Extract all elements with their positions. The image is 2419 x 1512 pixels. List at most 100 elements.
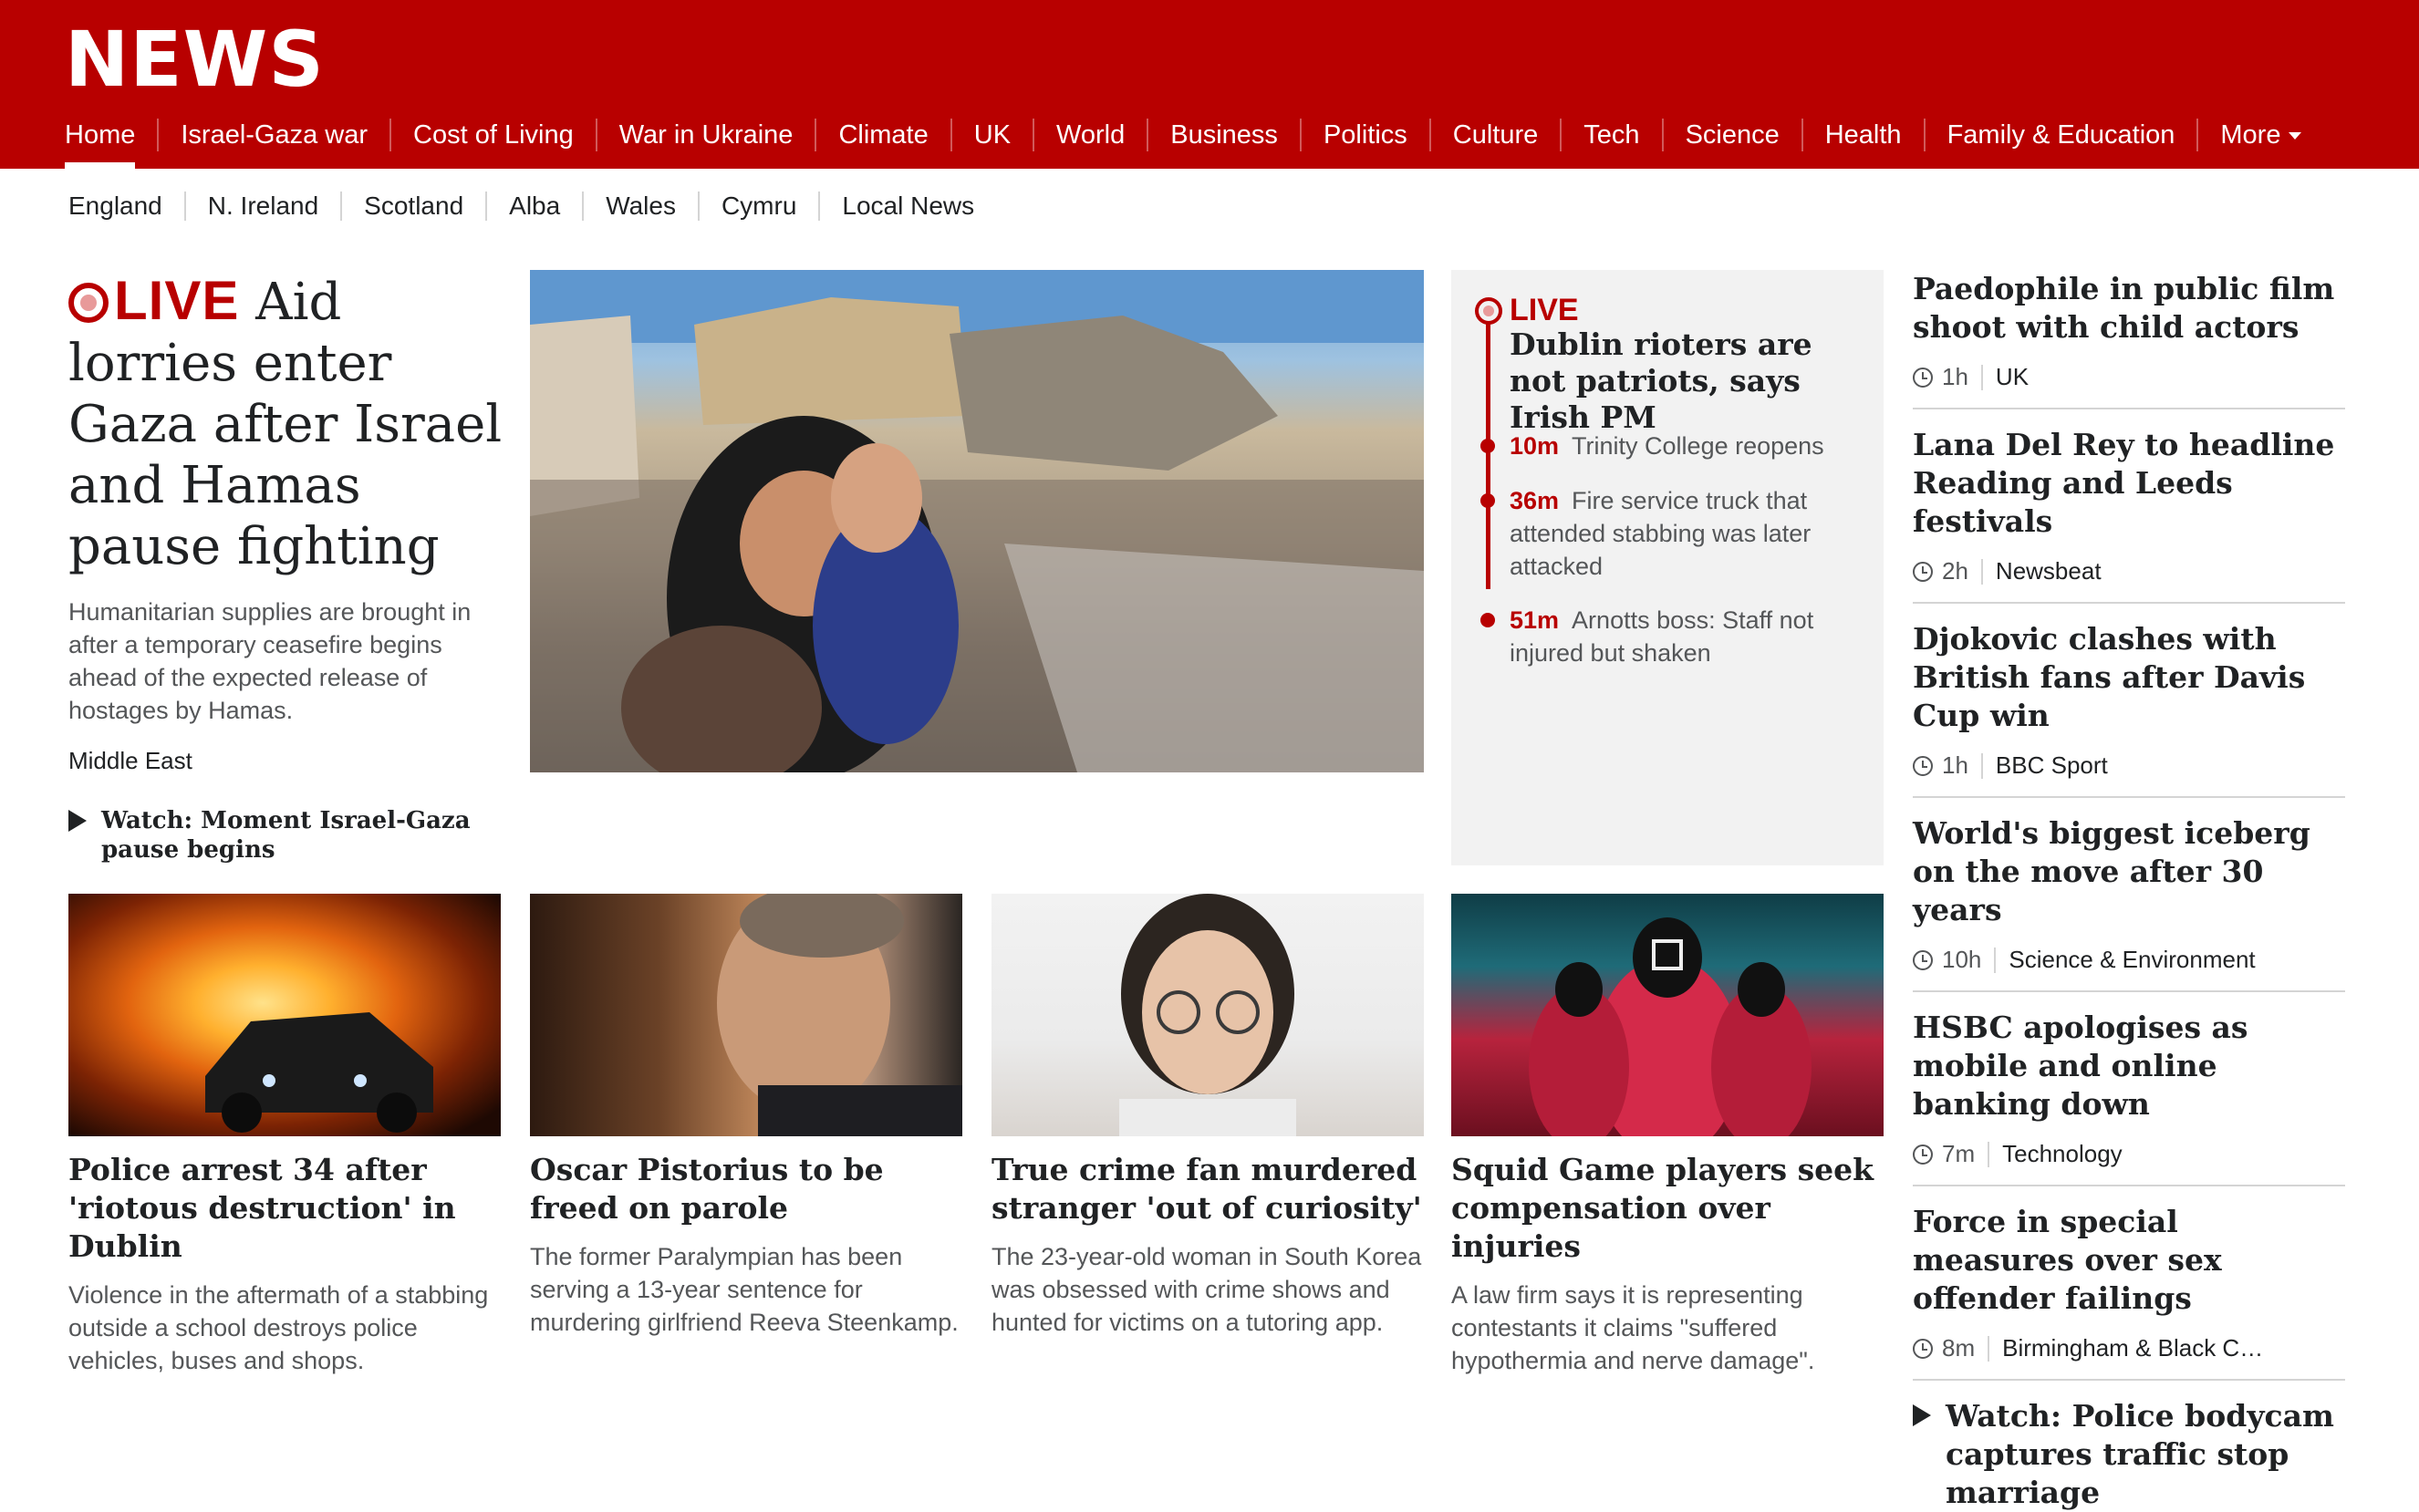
subnav-item-england[interactable]: England [68,192,162,221]
subnav-item-wales[interactable]: Wales [606,192,676,221]
subnav-item-cymru[interactable]: Cymru [722,192,796,221]
nav-item-health[interactable]: Health [1825,117,1902,153]
masked-figures-illustration [1529,917,1812,1136]
story-time: 1h [1942,363,1968,390]
story-section[interactable]: Birmingham & Black C… [2002,1334,2263,1362]
story-section[interactable]: Science & Environment [2009,946,2255,974]
nav-item-home[interactable]: Home [65,117,136,169]
story-card[interactable]: True crime fan murdered stranger 'out of… [991,894,1424,1339]
list-item[interactable]: Lana Del Rey to headline Reading and Lee… [1913,426,2345,604]
story-card[interactable]: Squid Game players seek compensation ove… [1451,894,1884,1377]
timeline-dot-icon [1480,613,1495,627]
lead-topic-tag[interactable]: Middle East [68,747,506,775]
lead-story-image[interactable] [530,270,1424,772]
nav-label: Israel-Gaza war [181,119,369,150]
live-panel[interactable]: LIVE Dublin rioters are not patriots, sa… [1451,270,1884,865]
nav-more-button[interactable]: More [2220,117,2302,153]
nav-label: UK [973,119,1012,150]
story-card-summary: Violence in the aftermath of a stabbing … [68,1281,489,1374]
subnav-divider [697,192,700,221]
live-label: LIVE [114,270,240,331]
live-indicator-icon [68,283,109,323]
story-title[interactable]: World's biggest iceberg on the move afte… [1913,814,2345,929]
nav-label: Family & Education [1947,119,2175,150]
nav-divider [815,119,817,151]
nav-item-climate[interactable]: Climate [838,117,928,153]
site-header: NEWS Home Israel-Gaza war Cost of Living… [0,0,2419,169]
live-entry[interactable]: 51m Arnotts boss: Staff not injured but s… [1510,604,1865,669]
nav-item-tech[interactable]: Tech [1583,117,1639,153]
story-card[interactable]: Oscar Pistorius to be freed on parole Th… [530,894,962,1339]
story-card-title[interactable]: Police arrest 34 after 'riotous destruct… [68,1151,501,1266]
nav-label: Business [1170,119,1278,150]
clock-icon [1913,1338,1933,1359]
timeline-dot-icon [1480,493,1495,508]
story-title[interactable]: Lana Del Rey to headline Reading and Lee… [1913,426,2345,541]
subnav-item-n-ireland[interactable]: N. Ireland [208,192,318,221]
meta-divider [1980,752,1983,779]
nav-divider [1801,119,1803,151]
nav-item-science[interactable]: Science [1686,117,1780,153]
story-section[interactable]: Newsbeat [1996,557,2102,585]
meta-divider [1988,1141,1990,1167]
nav-label: World [1056,119,1126,150]
lead-headline[interactable]: LIVE Aid lorries enter Gaza after Israel… [68,270,506,577]
news-logo[interactable]: NEWS [65,15,325,104]
subnav-item-alba[interactable]: Alba [509,192,560,221]
nav-item-world[interactable]: World [1056,117,1125,153]
list-item[interactable]: HSBC apologises as mobile and online ban… [1913,1009,2345,1186]
lead-image-illustration [530,270,1424,772]
nav-item-politics[interactable]: Politics [1324,117,1407,153]
right-watch-link[interactable]: Watch: Police bodycam captures traffic s… [1913,1397,2345,1512]
story-card-summary: The former Paralympian has been serving … [530,1243,959,1336]
subnav-item-scotland[interactable]: Scotland [364,192,463,221]
story-section[interactable]: UK [1996,363,2029,391]
story-section[interactable]: Technology [2002,1140,2123,1168]
live-panel-label: LIVE [1510,293,1579,327]
subnav-divider [582,192,585,221]
nav-item-culture[interactable]: Culture [1453,117,1539,153]
story-card-summary: The 23-year-old woman in South Korea was… [991,1243,1422,1336]
list-item[interactable]: Djokovic clashes with British fans after… [1913,620,2345,798]
lead-summary: Humanitarian supplies are brought in aft… [68,598,472,724]
subnav-divider [340,192,343,221]
nav-item-uk[interactable]: UK [974,117,1011,153]
nav-label: Science [1685,119,1780,150]
story-card-image[interactable] [530,894,962,1136]
story-meta: 1h UK [1913,363,2345,391]
nav-item-israel-gaza-war[interactable]: Israel-Gaza war [181,117,368,153]
story-card-image[interactable] [68,894,501,1136]
story-section[interactable]: BBC Sport [1996,751,2108,780]
list-item[interactable]: Force in special measures over sex offen… [1913,1203,2345,1381]
nav-item-business[interactable]: Business [1170,117,1278,153]
story-meta: 1h BBC Sport [1913,751,2345,780]
nav-item-family-education[interactable]: Family & Education [1947,117,2175,153]
subnav-item-local-news[interactable]: Local News [842,192,974,221]
lead-watch-link[interactable]: Watch: Moment Israel-Gaza pause begins [68,806,506,865]
story-card-title[interactable]: Squid Game players seek compensation ove… [1451,1151,1884,1266]
nav-item-cost-of-living[interactable]: Cost of Living [413,117,574,153]
nav-item-war-in-ukraine[interactable]: War in Ukraine [619,117,794,153]
subnav-divider [183,192,186,221]
story-title[interactable]: HSBC apologises as mobile and online ban… [1913,1009,2345,1124]
story-card-image[interactable] [991,894,1424,1136]
story-title[interactable]: Djokovic clashes with British fans after… [1913,620,2345,735]
clock-icon [1913,949,1933,970]
clock-icon [1913,755,1933,776]
live-entry[interactable]: 36m Fire service truck that attended stab… [1510,484,1865,583]
list-item[interactable]: Paedophile in public film shoot with chi… [1913,270,2345,409]
meta-divider [1994,947,1997,973]
list-item[interactable]: World's biggest iceberg on the move afte… [1913,814,2345,992]
story-title[interactable]: Force in special measures over sex offen… [1913,1203,2345,1318]
story-title[interactable]: Paedophile in public film shoot with chi… [1913,270,2345,347]
portrait-illustration [1119,894,1296,1136]
live-panel-title[interactable]: Dublin rioters are not patriots, says Ir… [1510,326,1865,436]
story-card-title[interactable]: True crime fan murdered stranger 'out of… [991,1151,1424,1227]
live-entry[interactable]: 10m Trinity College reopens [1510,430,1865,462]
right-watch-text: Watch: Police bodycam captures traffic s… [1946,1398,2334,1510]
story-meta: 10h Science & Environment [1913,946,2345,974]
story-card-image[interactable] [1451,894,1884,1136]
story-card[interactable]: Police arrest 34 after 'riotous destruct… [68,894,501,1377]
nav-more-label: More [2220,119,2281,150]
story-card-title[interactable]: Oscar Pistorius to be freed on parole [530,1151,962,1227]
